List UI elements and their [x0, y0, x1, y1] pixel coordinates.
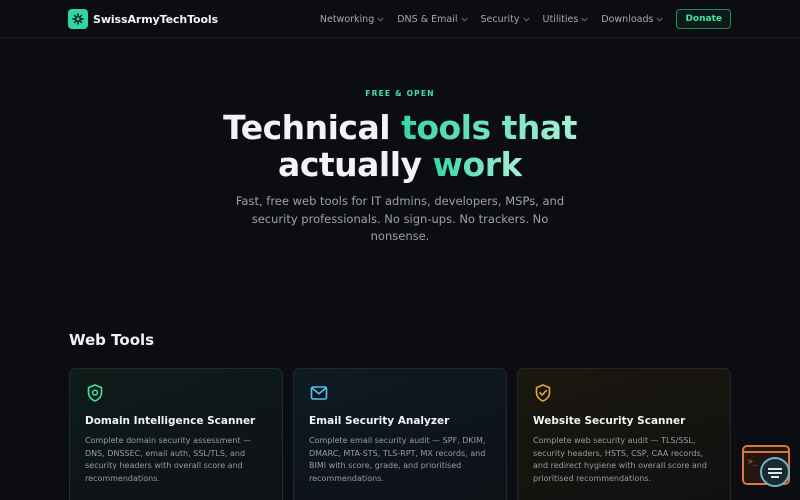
window-bar [744, 447, 788, 453]
tool-card-domain-intelligence[interactable]: Domain Intelligence Scanner Complete dom… [69, 368, 283, 500]
card-description: Complete email security audit — SPF, DKI… [309, 436, 486, 483]
chevron-down-icon [581, 17, 588, 22]
hero-title-highlight1: tools that [401, 108, 577, 147]
nav-item-label: Utilities [542, 13, 579, 25]
card-description: Complete web security audit — TLS/SSL, s… [533, 436, 707, 483]
nav-item-label: DNS & Email [397, 13, 458, 25]
nav-item-label: Networking [319, 13, 375, 25]
nav-item-label: Security [480, 13, 520, 25]
hero-title: Technical tools that actually work [0, 109, 800, 183]
hero-eyebrow: FREE & OPEN [365, 89, 435, 98]
terminal-icon: >_ [748, 457, 758, 466]
donate-button[interactable]: Donate [676, 9, 731, 29]
hero-title-part2: actually [278, 145, 433, 184]
chevron-down-icon [377, 17, 384, 22]
nav-item-dns-email[interactable]: DNS & Email [397, 9, 468, 29]
brand-name: SwissArmyTechTools [93, 12, 219, 26]
lines-icon [768, 468, 782, 478]
card-description: Complete domain security assessment — DN… [85, 436, 252, 483]
nav-item-networking[interactable]: Networking [320, 9, 384, 29]
chevron-down-icon [522, 17, 530, 22]
hero-title-highlight2: work [432, 145, 523, 184]
brand-logo-link[interactable]: SwissArmyTechTools [68, 9, 218, 29]
tool-card-email-security[interactable]: Email Security Analyzer Complete email s… [293, 368, 507, 500]
chevron-down-icon [656, 17, 664, 22]
shield-check-icon [535, 384, 551, 402]
top-navbar: SwissArmyTechTools Networking DNS & Emai… [0, 0, 800, 38]
mail-icon [310, 386, 328, 400]
chevron-down-icon [460, 17, 468, 22]
chat-icon[interactable] [760, 457, 790, 487]
card-title: Email Security Analyzer [309, 415, 450, 427]
main-nav: Networking DNS & Email Security Utilitie… [320, 9, 731, 29]
nav-item-downloads[interactable]: Downloads [601, 9, 664, 29]
section-heading-web-tools: Web Tools [69, 331, 155, 349]
card-title: Website Security Scanner [533, 415, 686, 427]
gear-icon [68, 9, 88, 29]
tool-card-website-security[interactable]: Website Security Scanner Complete web se… [517, 368, 731, 500]
shield-icon [87, 384, 103, 402]
card-title: Domain Intelligence Scanner [85, 415, 256, 427]
nav-item-utilities[interactable]: Utilities [543, 9, 589, 29]
nav-item-security[interactable]: Security [481, 9, 530, 29]
nav-item-label: Downloads [601, 13, 654, 25]
hero-title-part1: Technical [223, 108, 402, 147]
hero-subtitle: Fast, free web tools for IT admins, deve… [235, 194, 565, 243]
